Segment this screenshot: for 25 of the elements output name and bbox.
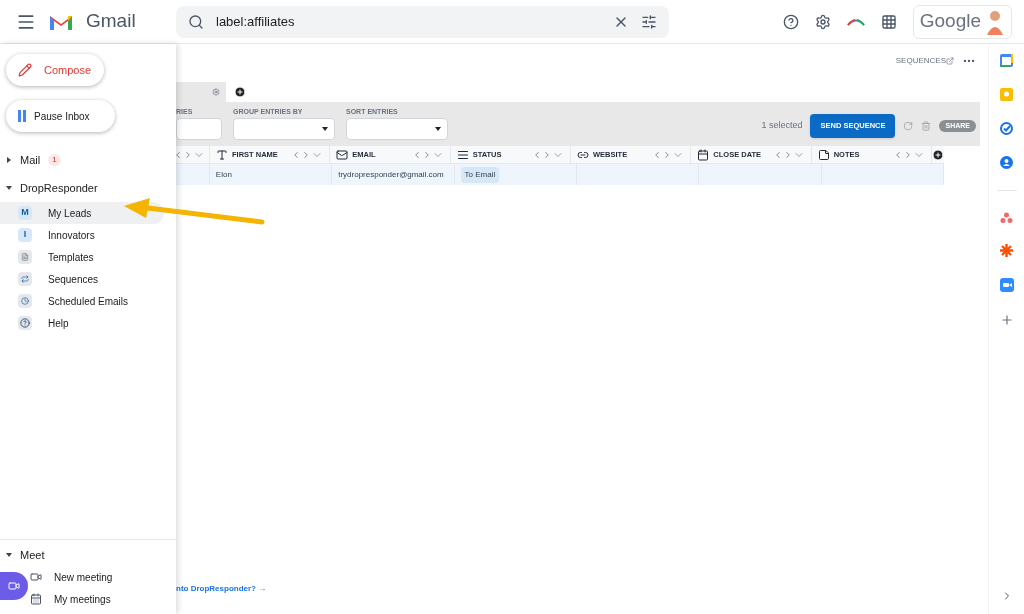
letter-icon: I <box>18 228 32 242</box>
table-cell: Elon <box>215 168 232 181</box>
sidebar-item[interactable]: I Innovators <box>0 224 164 246</box>
footer-link[interactable]: nto DropResponder? → <box>176 583 988 595</box>
selection-count: 1 selected <box>761 119 803 133</box>
meet-item[interactable]: New meeting <box>30 566 113 588</box>
sidebar-item[interactable]: Scheduled Emails <box>0 290 164 312</box>
pause-inbox-button[interactable]: Pause Inbox <box>6 100 115 132</box>
search-field[interactable]: label:affiliates <box>176 5 669 38</box>
sidebar-item[interactable]: Help <box>0 312 164 334</box>
sidebar-item[interactable]: Templates <box>0 246 164 268</box>
letter-icon: M <box>18 206 32 220</box>
meet-item[interactable]: My meetings <box>30 588 111 610</box>
app-title: Gmail <box>86 9 136 34</box>
section-header[interactable]: Mail 1 <box>0 146 176 174</box>
section-header[interactable]: DropResponder <box>0 174 176 202</box>
sidebar-item[interactable]: M My Leads <box>0 202 164 224</box>
count-badge: 1 <box>48 154 61 166</box>
sequences-link[interactable]: SEQUENCES <box>895 55 946 67</box>
sidebar-item[interactable]: Sequences <box>0 268 164 290</box>
compose-button[interactable]: Compose <box>6 54 104 86</box>
table-cell: trydropresponder@gmail.com <box>338 168 444 181</box>
account-button[interactable]: Google <box>912 4 1012 39</box>
status-tag: To Email <box>460 166 500 183</box>
section-header[interactable]: Meet <box>0 544 176 566</box>
